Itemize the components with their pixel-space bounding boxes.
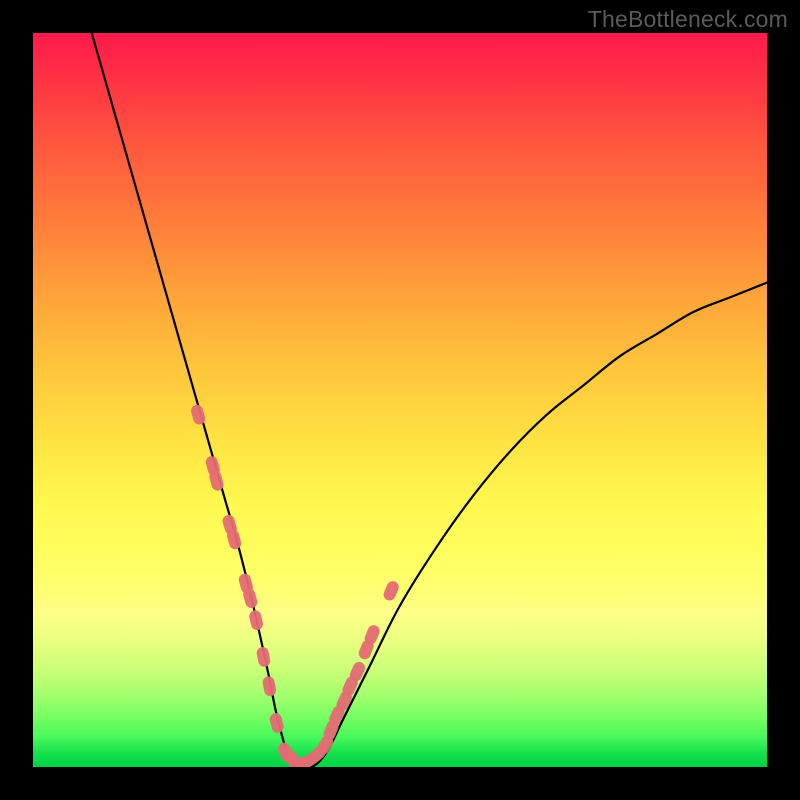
highlight-markers [190,403,401,767]
marker-dot [268,712,284,734]
watermark-text: TheBottleneck.com [588,6,788,33]
chart-svg [33,33,767,767]
chart-frame: TheBottleneck.com [0,0,800,800]
marker-dot [256,646,272,668]
bottleneck-curve [92,33,767,767]
plot-area [33,33,767,767]
marker-dot [262,675,278,697]
marker-dot [248,609,264,631]
marker-dot [382,579,401,602]
